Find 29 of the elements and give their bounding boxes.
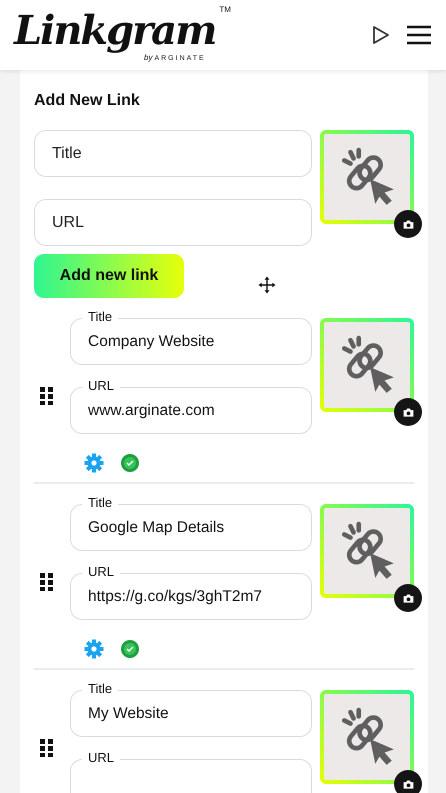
section-heading: Add New Link <box>34 92 141 110</box>
camera-icon <box>402 592 414 604</box>
logo-wordmark: Linkgram <box>14 8 216 52</box>
move-cursor-icon <box>258 276 276 294</box>
drag-handle-icon[interactable] <box>40 573 54 591</box>
trademark-mark: TM <box>219 4 231 14</box>
field-label: URL <box>82 751 120 765</box>
settings-icon[interactable] <box>84 453 104 473</box>
field-label: Title <box>82 310 118 324</box>
camera-button[interactable] <box>394 770 422 793</box>
camera-button[interactable] <box>394 210 422 238</box>
title-field[interactable]: Title <box>34 130 312 177</box>
url-field[interactable]: URL <box>34 199 312 246</box>
camera-icon <box>402 778 414 790</box>
field-label: URL <box>82 565 120 579</box>
logo-by: by <box>144 52 152 62</box>
field-label: Title <box>82 496 118 510</box>
camera-button[interactable] <box>394 398 422 426</box>
field-label: URL <box>82 379 120 393</box>
camera-button[interactable] <box>394 584 422 612</box>
settings-icon[interactable] <box>84 639 104 659</box>
play-icon[interactable] <box>370 25 390 45</box>
drag-handle-icon[interactable] <box>40 387 54 405</box>
camera-icon <box>402 406 414 418</box>
menu-icon[interactable] <box>406 24 432 46</box>
camera-icon <box>402 218 414 230</box>
drag-handle-icon[interactable] <box>40 739 54 757</box>
add-link-button[interactable]: Add new link <box>34 254 184 298</box>
field-label: Title <box>82 682 118 696</box>
